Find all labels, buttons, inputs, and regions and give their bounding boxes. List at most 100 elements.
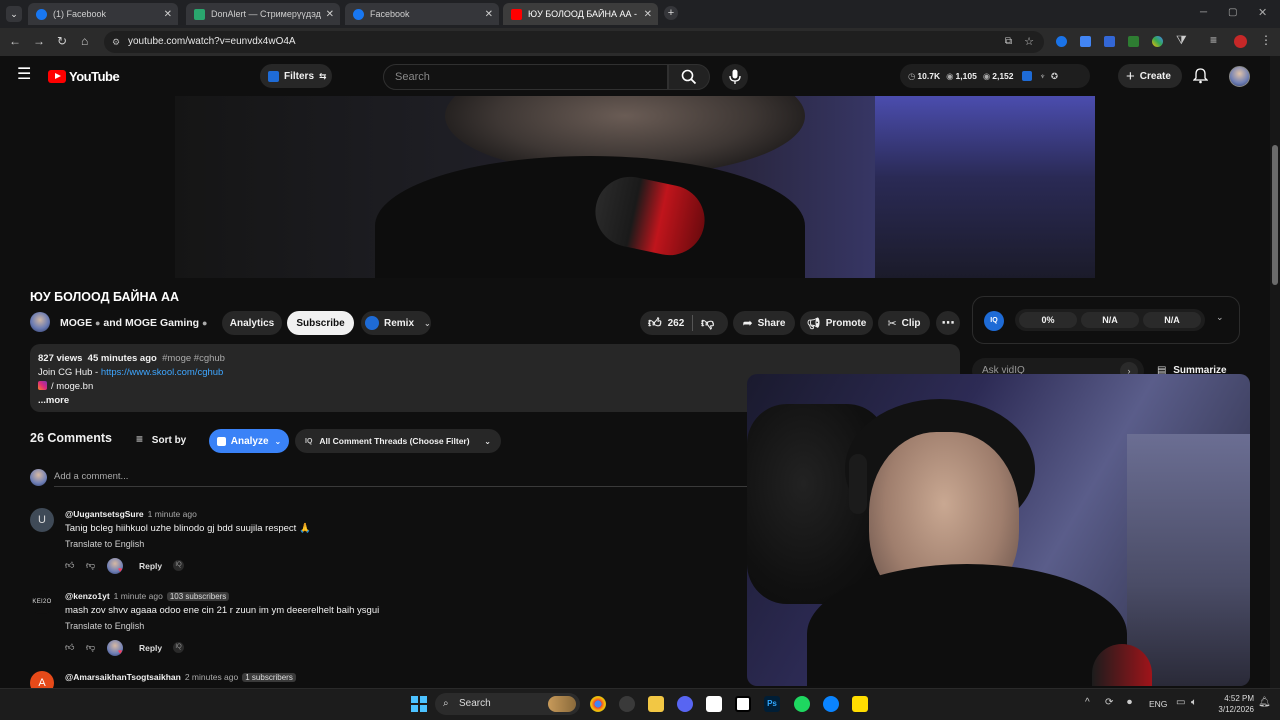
address-bar[interactable]: ⚙ youtube.com/watch?v=eunvdx4wO4A ⧉ ☆	[104, 31, 1044, 53]
vidiq-icon[interactable]	[1021, 71, 1032, 81]
create-button[interactable]: + Create	[1118, 64, 1182, 88]
forward-icon[interactable]: →	[33, 34, 45, 48]
reply-button[interactable]: Reply	[139, 643, 162, 653]
subscribe-button[interactable]: Subscribe	[287, 311, 354, 335]
install-app-icon[interactable]: ⧉	[1005, 31, 1012, 53]
video-player[interactable]	[175, 96, 1095, 278]
clip-button[interactable]: ✂ Clip	[878, 311, 930, 335]
commenter-avatar[interactable]: A	[30, 671, 54, 688]
maximize-icon[interactable]: ▢	[1228, 7, 1237, 18]
chevron-down-icon[interactable]: ⌄	[1216, 312, 1224, 323]
vidiq-reply-icon[interactable]: IQ	[173, 560, 184, 571]
extension-icon[interactable]	[1104, 36, 1115, 47]
reload-icon[interactable]: ↻	[57, 34, 67, 48]
new-tab-icon[interactable]: +	[664, 6, 678, 20]
vidiq-reply-icon[interactable]: IQ	[173, 642, 184, 653]
notification-center-icon[interactable]: 🔔︎	[1258, 697, 1271, 708]
obs-icon[interactable]	[619, 696, 635, 712]
system-clock[interactable]: 4:52 PM 3/12/2026	[1210, 693, 1254, 715]
close-icon[interactable]: ✕	[326, 9, 334, 20]
notifications-bell-icon[interactable]	[1193, 68, 1208, 84]
tab-list-icon[interactable]: ⌄	[6, 6, 22, 22]
description-line2[interactable]: / moge.bn	[51, 381, 93, 392]
comment-author[interactable]: @UugantsetsgSure	[65, 509, 144, 519]
edge-icon[interactable]	[823, 696, 839, 712]
microphone-tray-icon[interactable]: ⏺	[1127, 697, 1132, 708]
channel-name[interactable]: MOGE	[60, 317, 92, 329]
channel-avatar[interactable]	[30, 312, 50, 332]
share-button[interactable]: ➦ Share	[733, 311, 795, 335]
comment-author[interactable]: @kenzo1yt	[65, 591, 110, 601]
network-icon[interactable]: ▭	[1176, 697, 1185, 708]
comment-filter-select[interactable]: IQ All Comment Threads (Choose Filter) ⌄	[295, 429, 501, 453]
commenter-avatar[interactable]: U	[30, 508, 54, 532]
bookmark-star-icon[interactable]: ☆	[1024, 31, 1034, 53]
chrome-icon[interactable]	[590, 696, 606, 712]
dislike-icon[interactable]: 👎︎	[86, 560, 95, 571]
channel-name-2[interactable]: MOGE Gaming	[125, 317, 199, 329]
user-avatar[interactable]	[1229, 66, 1250, 87]
sync-icon[interactable]: ⟳	[1105, 697, 1113, 708]
like-icon[interactable]: 👍︎	[65, 560, 74, 571]
commenter-avatar[interactable]: KEI2O	[30, 590, 54, 614]
back-icon[interactable]: ←	[9, 34, 21, 48]
tab-youtube-active[interactable]: ЮУ БОЛООД БАЙНА АА - You ✕	[503, 3, 658, 25]
taskbar-search-box[interactable]: ⌕ Search	[435, 693, 580, 715]
tab-donalert[interactable]: DonAlert — Стримерүүдэд зор ✕	[186, 3, 340, 25]
discord-icon[interactable]	[677, 696, 693, 712]
file-explorer-icon[interactable]	[648, 696, 664, 712]
sort-by-button[interactable]: ≡ Sort by	[136, 432, 186, 446]
translate-link[interactable]: Translate to English	[65, 539, 144, 549]
vidiq-filters-button[interactable]: Filters ⇆	[260, 64, 332, 88]
notion-icon[interactable]	[735, 696, 751, 712]
add-comment-input[interactable]: Add a comment...	[54, 471, 750, 487]
channel-names[interactable]: MOGE ● and MOGE Gaming ●	[60, 317, 207, 329]
search-input[interactable]: Search	[383, 64, 668, 90]
download-icon[interactable]	[1128, 36, 1139, 47]
extension-icon[interactable]	[1056, 36, 1067, 47]
comment-author[interactable]: @AmarsaikhanTsogtsaikhan	[65, 672, 181, 682]
browser-menu-icon[interactable]: ⋮	[1260, 33, 1272, 47]
tray-chevron-icon[interactable]: ^	[1085, 697, 1090, 708]
profile-avatar[interactable]	[1234, 35, 1247, 48]
sticky-notes-icon[interactable]	[852, 696, 868, 712]
reading-list-icon[interactable]: ≡	[1210, 33, 1217, 47]
extension-icon[interactable]	[1152, 36, 1163, 47]
description-link[interactable]: https://www.skool.com/cghub	[101, 367, 224, 378]
youtube-logo[interactable]: YouTube	[48, 69, 120, 84]
search-button[interactable]	[668, 64, 710, 90]
spotify-icon[interactable]	[794, 696, 810, 712]
scrollbar-thumb[interactable]	[1272, 145, 1278, 285]
vidiq-analyze-button[interactable]: Analyze ⌄	[209, 429, 289, 453]
start-menu-icon[interactable]	[411, 696, 427, 712]
extensions-puzzle-icon[interactable]: ⧩	[1176, 33, 1187, 48]
volume-icon[interactable]: 🔈︎	[1191, 697, 1197, 708]
like-count[interactable]: 262	[668, 318, 685, 329]
comment-time[interactable]: 2 minutes ago	[185, 672, 238, 682]
lightbulb-icon[interactable]: ✪	[1051, 71, 1058, 82]
hashtags[interactable]: #moge #cghub	[162, 353, 225, 364]
reply-button[interactable]: Reply	[139, 561, 162, 571]
dislike-icon[interactable]: 👎︎	[86, 642, 95, 653]
comment-time[interactable]: 1 minute ago	[148, 509, 197, 519]
close-icon[interactable]: ✕	[644, 9, 652, 20]
tab-facebook-2[interactable]: Facebook ✕	[345, 3, 499, 25]
hamburger-menu-icon[interactable]: ☰	[17, 67, 31, 83]
extension-icon[interactable]	[1080, 36, 1091, 47]
tab-facebook-1[interactable]: (1) Facebook ✕	[28, 3, 178, 25]
like-icon[interactable]: 👍︎	[65, 642, 74, 653]
close-icon[interactable]: ✕	[164, 9, 172, 20]
language-indicator[interactable]: ENG	[1149, 699, 1167, 709]
comment-time[interactable]: 1 minute ago	[114, 591, 163, 601]
promote-button[interactable]: 📢︎ Promote	[800, 311, 873, 335]
analytics-button[interactable]: Analytics	[222, 311, 282, 335]
trophy-icon[interactable]: ♆	[1040, 71, 1046, 81]
site-info-icon[interactable]: ⚙	[112, 31, 120, 53]
close-icon[interactable]: ✕	[485, 9, 493, 20]
home-icon[interactable]: ⌂	[81, 34, 88, 48]
translate-link[interactable]: Translate to English	[65, 621, 144, 631]
capcut-icon[interactable]	[706, 696, 722, 712]
dislike-icon[interactable]: 👎︎	[701, 315, 714, 331]
more-actions-icon[interactable]: ⋯	[936, 311, 960, 335]
voice-search-button[interactable]	[722, 64, 748, 90]
